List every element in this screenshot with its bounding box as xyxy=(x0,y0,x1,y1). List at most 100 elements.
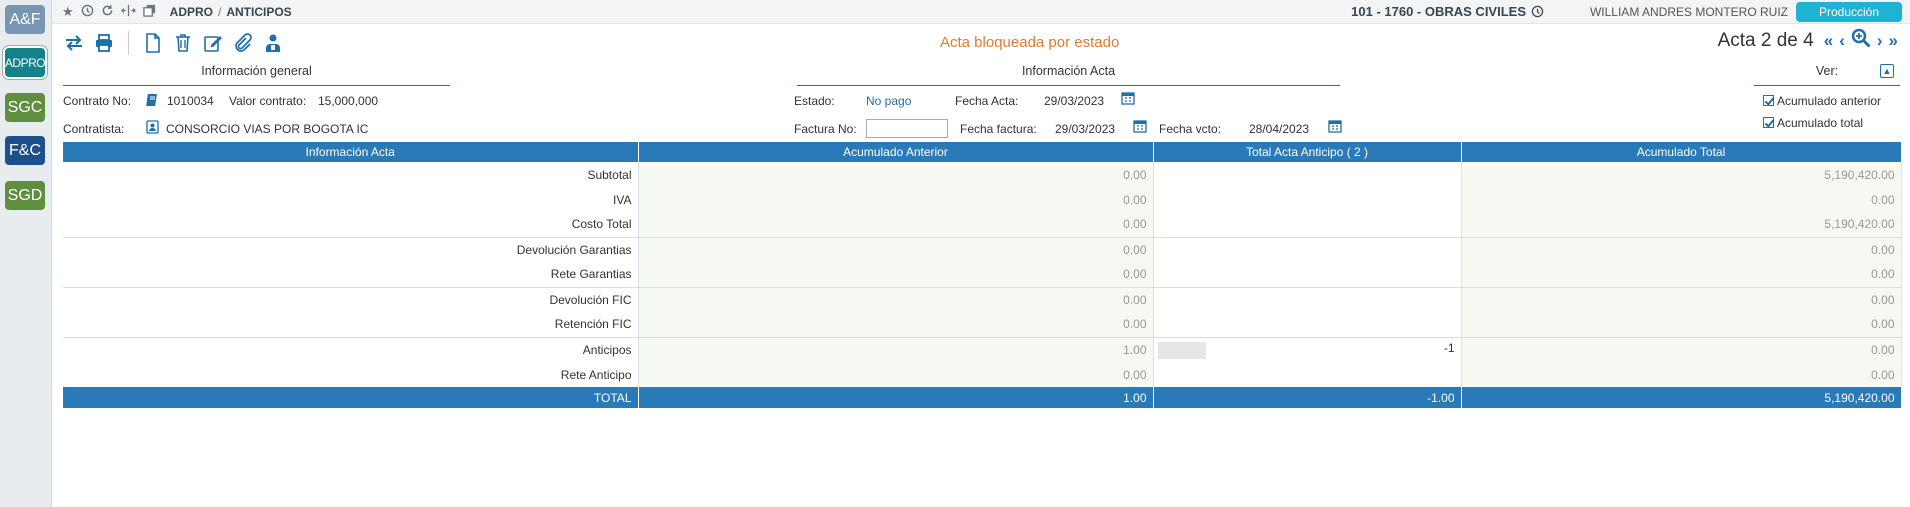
history-icon[interactable] xyxy=(81,4,94,20)
contract-book-icon[interactable] xyxy=(146,93,159,110)
breadcrumb: ADPRO / ANTICIPOS xyxy=(169,4,292,19)
copy-icon[interactable] xyxy=(142,4,156,20)
status-message: Acta bloqueada por estado xyxy=(940,34,1120,51)
table-row: Devolución FIC 0.00 0.00 xyxy=(63,287,1902,312)
breadcrumb-module[interactable]: ADPRO xyxy=(170,5,213,19)
row-total: 0.00 xyxy=(1461,187,1902,212)
attachment-icon[interactable] xyxy=(233,33,253,53)
table-row: Subtotal 0.00 5,190,420.00 xyxy=(63,162,1902,187)
toolbar-divider xyxy=(128,31,129,55)
table-row: IVA 0.00 0.00 xyxy=(63,187,1902,212)
row-cur xyxy=(1153,362,1462,387)
calendar-icon[interactable] xyxy=(1121,91,1135,108)
acumulado-anterior-checkbox[interactable]: Acumulado anterior xyxy=(1763,94,1881,108)
table-row: Devolución Garantias 0.00 0.00 xyxy=(63,237,1902,262)
fecha-acta-value: 29/03/2023 xyxy=(1044,94,1105,108)
new-document-icon[interactable] xyxy=(143,33,163,53)
split-icon[interactable] xyxy=(120,4,136,20)
factura-label: Factura No: xyxy=(794,122,857,136)
toolbar: Acta bloqueada por estado Acta 2 de 4 « … xyxy=(52,24,1910,62)
row-label: Subtotal xyxy=(63,162,639,187)
col-header-acumulado-anterior: Acumulado Anterior xyxy=(638,142,1154,162)
collapse-toggle-icon[interactable]: ▲ xyxy=(1880,64,1894,78)
table-row: Anticipos 1.00 -1 0.00 xyxy=(63,337,1902,362)
breadcrumb-page: ANTICIPOS xyxy=(226,4,292,19)
row-label: Devolución Garantias xyxy=(63,237,639,262)
app-adpro-button[interactable]: ADPRO xyxy=(5,48,46,77)
checkbox-checked-icon[interactable] xyxy=(1763,117,1774,128)
valor-label: Valor contrato: xyxy=(229,94,307,108)
app-sgc-button[interactable]: SGC xyxy=(5,93,45,122)
contratista-value: CONSORCIO VIAS POR BOGOTA IC xyxy=(166,122,369,136)
print-icon[interactable] xyxy=(94,33,114,53)
row-label: Costo Total xyxy=(63,212,639,238)
row-prev: 0.00 xyxy=(638,287,1154,312)
col-header-informacion: Información Acta xyxy=(63,142,639,162)
factura-input[interactable] xyxy=(866,119,948,138)
contractor-card-icon[interactable] xyxy=(146,120,159,137)
row-total: 0.00 xyxy=(1461,287,1902,312)
checkbox-checked-icon[interactable] xyxy=(1763,95,1774,106)
app-af-button[interactable]: A&F xyxy=(5,5,45,34)
row-cur xyxy=(1153,162,1462,187)
row-total: 0.00 xyxy=(1461,362,1902,387)
edit-icon[interactable] xyxy=(203,33,223,53)
anticipo-input-box[interactable] xyxy=(1157,341,1206,359)
total-label: TOTAL xyxy=(63,387,639,408)
section-ver-header: Ver: xyxy=(1754,64,1900,86)
first-page-icon[interactable]: « xyxy=(1824,31,1833,51)
row-cur xyxy=(1153,312,1462,338)
acta-table: Información Acta Acumulado Anterior Tota… xyxy=(63,142,1902,408)
fecha-factura-value: 29/03/2023 xyxy=(1055,122,1116,136)
clock-icon xyxy=(1531,5,1544,18)
calendar-icon[interactable] xyxy=(1328,119,1342,136)
table-total-row: TOTAL 1.00 -1.00 5,190,420.00 xyxy=(63,387,1902,408)
row-total: 5,190,420.00 xyxy=(1461,212,1902,238)
table-row: Retención FIC 0.00 0.00 xyxy=(63,312,1902,338)
app-fc-button[interactable]: F&C xyxy=(5,136,45,165)
row-prev: 0.00 xyxy=(638,212,1154,238)
acumulado-total-checkbox[interactable]: Acumulado total xyxy=(1763,116,1863,130)
row-label: Anticipos xyxy=(63,337,639,362)
project-selector[interactable]: 101 - 1760 - OBRAS CIVILES xyxy=(1351,4,1544,19)
row-prev: 1.00 xyxy=(638,337,1154,362)
row-cur xyxy=(1153,212,1462,238)
row-prev: 0.00 xyxy=(638,187,1154,212)
contrato-value: 1010034 xyxy=(167,94,214,108)
app-sgd-button[interactable]: SGD xyxy=(5,181,45,210)
star-icon[interactable]: ★ xyxy=(62,4,74,20)
row-prev: 0.00 xyxy=(638,237,1154,262)
fecha-vcto-value: 28/04/2023 xyxy=(1249,122,1310,136)
last-page-icon[interactable]: » xyxy=(1889,31,1898,51)
estado-value[interactable]: No pago xyxy=(866,94,911,108)
next-page-icon[interactable]: › xyxy=(1877,31,1883,51)
estado-label: Estado: xyxy=(794,94,835,108)
col-header-total-acta: Total Acta Anticipo ( 2 ) xyxy=(1153,142,1462,162)
user-name[interactable]: WILLIAM ANDRES MONTERO RUIZ xyxy=(1590,5,1788,19)
calendar-icon[interactable] xyxy=(1133,119,1147,136)
row-total: 5,190,420.00 xyxy=(1461,162,1902,187)
row-label: IVA xyxy=(63,187,639,212)
row-cur xyxy=(1153,187,1462,212)
total-cur: -1.00 xyxy=(1153,387,1462,408)
row-label: Rete Garantias xyxy=(63,262,639,288)
swap-icon[interactable] xyxy=(64,33,84,53)
row-prev: 0.00 xyxy=(638,312,1154,338)
zoom-search-icon[interactable] xyxy=(1851,28,1871,53)
row-prev: 0.00 xyxy=(638,262,1154,288)
row-total: 0.00 xyxy=(1461,337,1902,362)
app-rail: A&F ADPRO SGC F&C SGD xyxy=(0,0,52,507)
signature-icon[interactable] xyxy=(263,33,283,53)
contrato-label: Contrato No: xyxy=(63,94,132,108)
row-cur[interactable]: -1 xyxy=(1153,337,1462,362)
environment-badge[interactable]: Producción xyxy=(1796,2,1902,22)
acumulado-anterior-label: Acumulado anterior xyxy=(1777,94,1882,108)
prev-page-icon[interactable]: ‹ xyxy=(1839,31,1845,51)
row-cur xyxy=(1153,237,1462,262)
table-row: Rete Anticipo 0.00 0.00 xyxy=(63,362,1902,387)
row-cur xyxy=(1153,262,1462,288)
delete-icon[interactable] xyxy=(173,33,193,53)
refresh-icon[interactable] xyxy=(101,4,114,20)
fecha-acta-label: Fecha Acta: xyxy=(955,94,1019,108)
acta-navigator: Acta 2 de 4 « ‹ › » xyxy=(1718,28,1898,53)
